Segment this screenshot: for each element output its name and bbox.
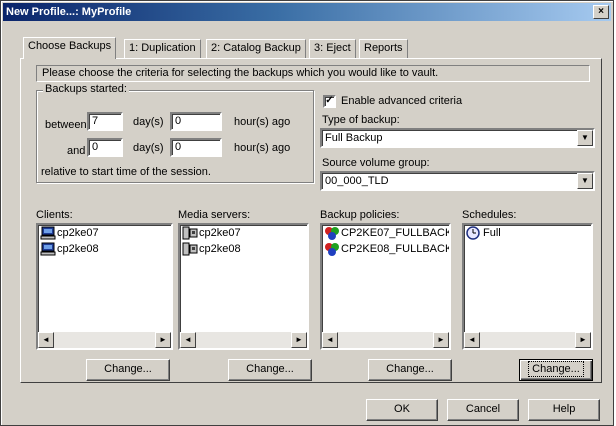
backup-policies-change-button[interactable]: Change... [368, 359, 452, 381]
scroll-left-button[interactable]: ◄ [322, 332, 338, 348]
list-item[interactable]: Full [464, 225, 591, 241]
between-label: between [45, 119, 87, 131]
advanced-criteria-label[interactable]: Enable advanced criteria [341, 95, 462, 107]
backup-type-select[interactable]: Full Backup ▼ [320, 128, 595, 148]
computer-icon [40, 242, 56, 256]
between-hours-unit: hour(s) ago [234, 116, 291, 128]
window-title: New Profile...: MyProfile [6, 6, 132, 18]
list-item[interactable]: cp2ke08 [180, 241, 307, 257]
choose-backups-panel: Please choose the criteria for selecting… [20, 58, 602, 383]
between-hours-field[interactable]: 0 [170, 112, 222, 131]
horizontal-scrollbar[interactable]: ◄ ► [464, 332, 591, 348]
tab-catalog-backup[interactable]: 2: Catalog Backup [206, 39, 306, 58]
schedules-change-button[interactable]: Change... [519, 359, 593, 381]
and-hours-unit: hour(s) ago [234, 142, 291, 154]
computer-icon [40, 226, 56, 240]
backup-type-label: Type of backup: [322, 114, 400, 126]
scroll-right-button[interactable]: ► [575, 332, 591, 348]
volume-group-select[interactable]: 00_000_TLD ▼ [320, 171, 595, 191]
list-item[interactable]: cp2ke07 [180, 225, 307, 241]
scroll-left-button[interactable]: ◄ [180, 332, 196, 348]
advanced-criteria-checkbox[interactable]: ✓ [323, 95, 336, 108]
close-button[interactable]: × [593, 5, 609, 19]
clock-icon [466, 226, 482, 240]
chevron-down-icon[interactable]: ▼ [577, 173, 593, 189]
tab-eject[interactable]: 3: Eject [309, 39, 356, 58]
scroll-left-button[interactable]: ◄ [464, 332, 480, 348]
ok-button[interactable]: OK [366, 399, 438, 421]
volume-group-label: Source volume group: [322, 157, 430, 169]
profile-dialog: New Profile...: MyProfile × Choose Backu… [0, 0, 614, 426]
list-item[interactable]: cp2ke08 [38, 241, 171, 257]
volume-group-value: 00_000_TLD [325, 175, 389, 187]
between-days-unit: day(s) [133, 116, 164, 128]
schedules-label: Schedules: [462, 209, 517, 221]
backups-started-group: Backups started: between 7 day(s) 0 hour… [36, 83, 314, 183]
backup-policies-list[interactable]: CP2KE07_FULLBACK CP2KE08_FULLBACK ◄ ► [320, 223, 451, 350]
and-label: and [67, 145, 86, 157]
tab-choose-backups[interactable]: Choose Backups [23, 37, 117, 59]
help-button[interactable]: Help [528, 399, 600, 421]
title-bar[interactable]: New Profile...: MyProfile × [3, 3, 611, 21]
list-item[interactable]: CP2KE08_FULLBACK [322, 241, 449, 257]
and-hours-field[interactable]: 0 [170, 138, 222, 157]
relative-note: relative to start time of the session. [41, 166, 211, 178]
scroll-right-button[interactable]: ► [433, 332, 449, 348]
clients-list[interactable]: cp2ke07 cp2ke08 ◄ ► [36, 223, 173, 350]
scroll-right-button[interactable]: ► [291, 332, 307, 348]
horizontal-scrollbar[interactable]: ◄ ► [38, 332, 171, 348]
media-servers-label: Media servers: [178, 209, 251, 221]
list-item[interactable]: cp2ke07 [38, 225, 171, 241]
backups-started-label: Backups started: [43, 83, 129, 95]
backup-type-value: Full Backup [325, 132, 383, 144]
and-days-unit: day(s) [133, 142, 164, 154]
scroll-right-button[interactable]: ► [155, 332, 171, 348]
between-days-field[interactable]: 7 [87, 112, 123, 131]
server-icon [182, 242, 198, 256]
instruction-text: Please choose the criteria for selecting… [36, 65, 590, 82]
clients-label: Clients: [36, 209, 73, 221]
tab-duplication[interactable]: 1: Duplication [124, 39, 201, 58]
media-servers-change-button[interactable]: Change... [228, 359, 312, 381]
list-item[interactable]: CP2KE07_FULLBACK [322, 225, 449, 241]
server-icon [182, 226, 198, 240]
scroll-left-button[interactable]: ◄ [38, 332, 54, 348]
cancel-button[interactable]: Cancel [447, 399, 519, 421]
chevron-down-icon[interactable]: ▼ [577, 130, 593, 146]
media-servers-list[interactable]: cp2ke07 cp2ke08 ◄ ► [178, 223, 309, 350]
horizontal-scrollbar[interactable]: ◄ ► [180, 332, 307, 348]
policy-icon [324, 226, 340, 241]
horizontal-scrollbar[interactable]: ◄ ► [322, 332, 449, 348]
schedules-list[interactable]: Full ◄ ► [462, 223, 593, 350]
policy-icon [324, 242, 340, 257]
and-days-field[interactable]: 0 [87, 138, 123, 157]
tab-reports[interactable]: Reports [359, 39, 408, 58]
clients-change-button[interactable]: Change... [86, 359, 170, 381]
backup-policies-label: Backup policies: [320, 209, 400, 221]
